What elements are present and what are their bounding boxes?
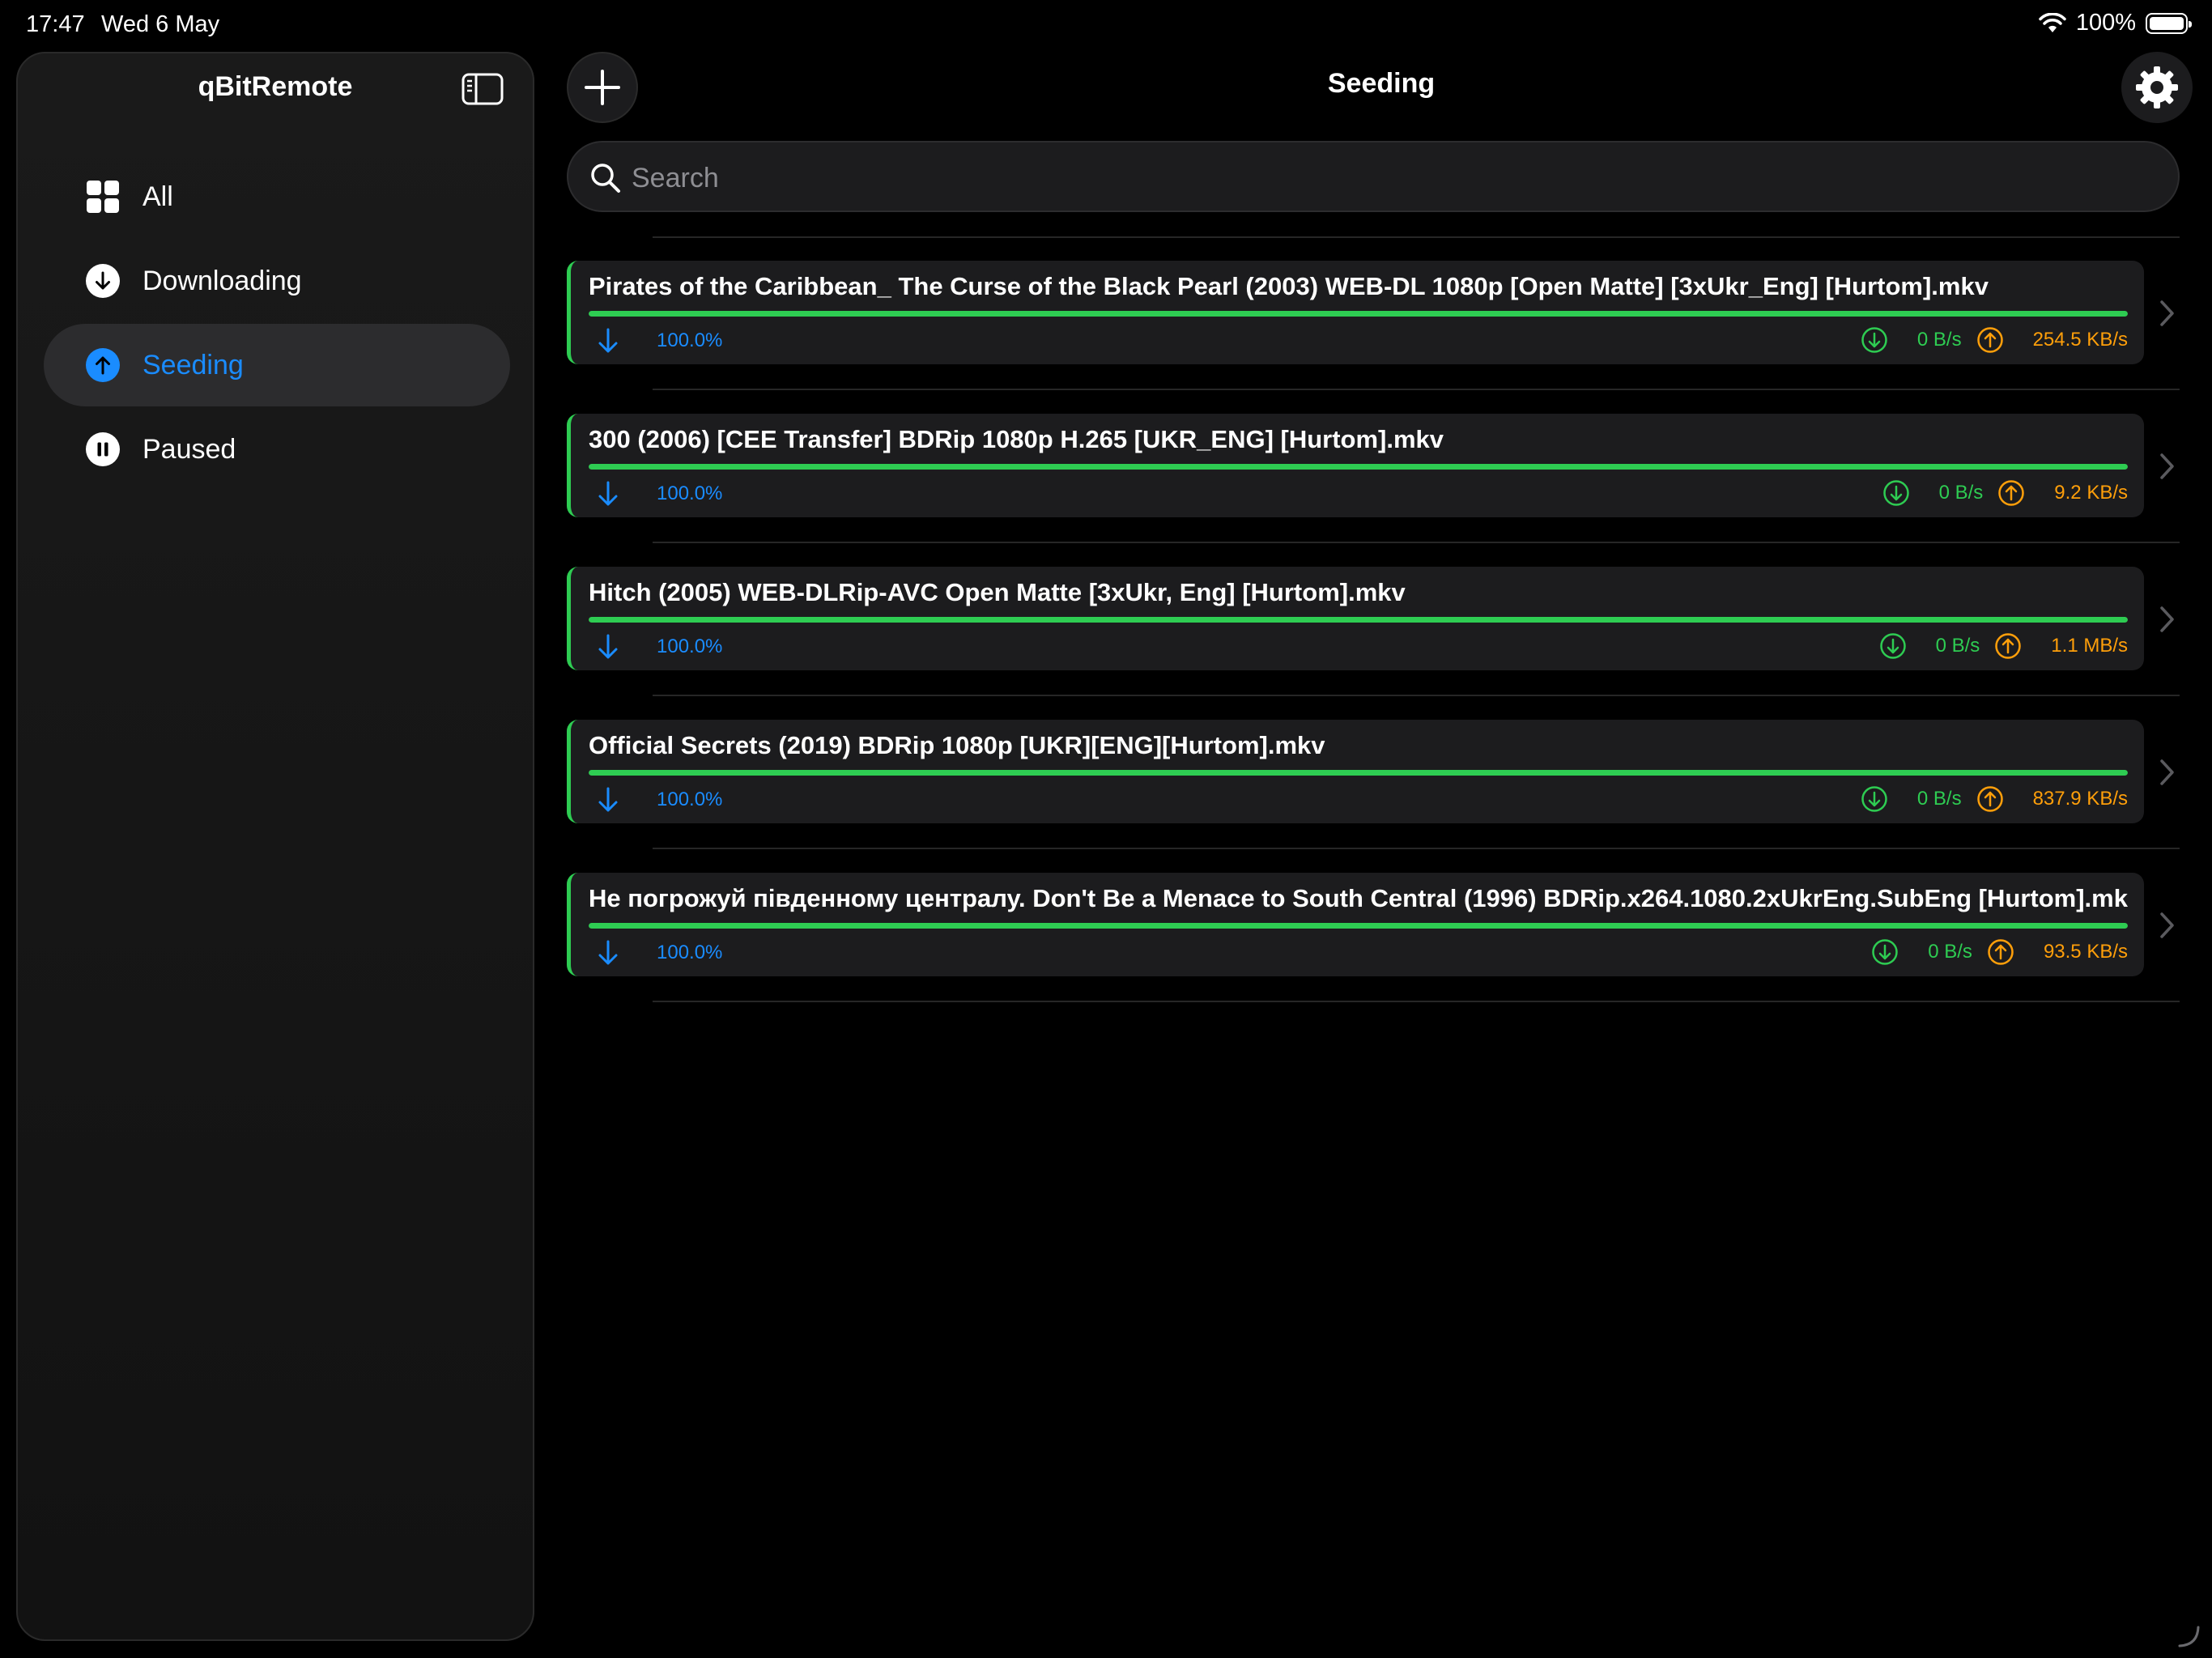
search-icon xyxy=(591,164,620,193)
torrent-name: Не погрожуй південному централу. Don't B… xyxy=(589,884,2128,912)
progress-text: 100.0% xyxy=(657,483,723,504)
speed-stats: 0 B/s 9.2 KB/s xyxy=(1882,479,2128,507)
torrent-name: Pirates of the Caribbean_ The Curse of t… xyxy=(589,272,1989,300)
upload-speed: 254.5 KB/s xyxy=(2032,329,2128,351)
sidebar-item-label: Downloading xyxy=(143,265,302,296)
chevron-right-icon[interactable] xyxy=(2159,606,2176,633)
upload-speed-icon xyxy=(1998,480,2025,506)
torrent-name: Hitch (2005) WEB-DLRip-AVC Open Matte [3… xyxy=(589,578,1406,606)
download-speed-icon xyxy=(1861,786,1887,812)
download-speed: 0 B/s xyxy=(1916,329,1962,351)
status-time: 17:47 xyxy=(26,11,85,37)
sidebar-toggle-icon[interactable] xyxy=(462,73,504,105)
progress-text: 100.0% xyxy=(657,942,723,963)
progress-text: 100.0% xyxy=(657,789,723,810)
torrent-row[interactable]: Hitch (2005) WEB-DLRip-AVC Open Matte [3… xyxy=(567,567,2186,720)
download-speed-icon xyxy=(1861,327,1887,353)
torrent-card[interactable]: Pirates of the Caribbean_ The Curse of t… xyxy=(567,261,2144,364)
progress-text: 100.0% xyxy=(657,636,723,657)
status-bar: 17:47 Wed 6 May 100% xyxy=(0,0,2212,50)
upload-speed: 837.9 KB/s xyxy=(2032,788,2128,810)
upload-speed-icon xyxy=(1976,327,2003,353)
download-speed: 0 B/s xyxy=(1935,635,1980,657)
arrow-up-circle-icon xyxy=(86,348,120,382)
chevron-right-icon[interactable] xyxy=(2159,453,2176,480)
torrent-card[interactable]: Hitch (2005) WEB-DLRip-AVC Open Matte [3… xyxy=(567,567,2144,670)
progress-bar xyxy=(589,311,2128,317)
search-input[interactable] xyxy=(630,154,2152,202)
torrent-name: Official Secrets (2019) BDRip 1080p [UKR… xyxy=(589,731,1325,759)
progress-bar xyxy=(589,464,2128,470)
status-indicators: 100% xyxy=(2039,10,2192,36)
page-title: Seeding xyxy=(1327,68,1436,99)
download-speed-icon xyxy=(1882,480,1909,506)
battery-icon xyxy=(2146,12,2192,34)
row-divider xyxy=(653,389,2180,390)
progress-text: 100.0% xyxy=(657,329,723,351)
sidebar-item-downloading[interactable]: Downloading xyxy=(44,240,510,322)
battery-percentage: 100% xyxy=(2075,10,2136,36)
chevron-right-icon[interactable] xyxy=(2159,300,2176,327)
sidebar-item-label: Seeding xyxy=(143,349,244,380)
upload-speed-icon xyxy=(1995,633,2022,659)
sidebar-item-label: Paused xyxy=(143,433,236,465)
download-speed: 0 B/s xyxy=(1938,482,1984,504)
arrow-down-icon xyxy=(598,481,618,506)
chevron-right-icon[interactable] xyxy=(2159,912,2176,939)
settings-button[interactable] xyxy=(2121,52,2193,123)
arrow-down-circle-icon xyxy=(86,264,120,298)
speed-stats: 0 B/s 254.5 KB/s xyxy=(1861,326,2128,354)
download-speed-icon xyxy=(1879,633,1906,659)
progress-bar xyxy=(589,617,2128,623)
torrent-name: 300 (2006) [CEE Transfer] BDRip 1080p H.… xyxy=(589,425,1444,453)
torrent-card[interactable]: Не погрожуй південному централу. Don't B… xyxy=(567,873,2144,976)
sidebar-item-label: All xyxy=(143,181,173,212)
torrent-row[interactable]: 300 (2006) [CEE Transfer] BDRip 1080p H.… xyxy=(567,414,2186,567)
arrow-down-icon xyxy=(598,940,618,965)
arrow-down-icon xyxy=(598,787,618,812)
download-speed-icon xyxy=(1872,939,1898,965)
app-title: qBitRemote xyxy=(198,71,353,102)
row-divider xyxy=(653,848,2180,849)
sidebar: qBitRemote All Downloading Seeding Pause… xyxy=(16,52,534,1641)
list-divider xyxy=(653,236,2180,238)
row-divider xyxy=(653,695,2180,696)
grid-icon xyxy=(87,181,119,213)
add-torrent-button[interactable] xyxy=(567,52,638,123)
upload-speed: 9.2 KB/s xyxy=(2054,482,2128,504)
torrent-list: Pirates of the Caribbean_ The Curse of t… xyxy=(567,261,2186,1026)
download-speed: 0 B/s xyxy=(1928,941,1972,963)
upload-speed-icon xyxy=(1988,939,2014,965)
speed-stats: 0 B/s 93.5 KB/s xyxy=(1871,938,2128,966)
torrent-row[interactable]: Pirates of the Caribbean_ The Curse of t… xyxy=(567,261,2186,414)
torrent-row[interactable]: Не погрожуй південному централу. Don't B… xyxy=(567,873,2186,1026)
gear-icon xyxy=(2136,66,2178,108)
upload-speed-icon xyxy=(1976,786,2003,812)
speed-stats: 0 B/s 1.1 MB/s xyxy=(1879,632,2128,660)
resize-corner-icon xyxy=(2178,1626,2200,1647)
upload-speed: 93.5 KB/s xyxy=(2043,941,2128,963)
status-date: Wed 6 May xyxy=(101,11,220,37)
sidebar-item-all[interactable]: All xyxy=(44,155,510,238)
sidebar-item-paused[interactable]: Paused xyxy=(44,408,510,491)
row-divider xyxy=(653,542,2180,543)
download-speed: 0 B/s xyxy=(1916,788,1962,810)
torrent-card[interactable]: Official Secrets (2019) BDRip 1080p [UKR… xyxy=(567,720,2144,823)
sidebar-nav: All Downloading Seeding Paused xyxy=(44,155,510,492)
chevron-right-icon[interactable] xyxy=(2159,759,2176,786)
torrent-card[interactable]: 300 (2006) [CEE Transfer] BDRip 1080p H.… xyxy=(567,414,2144,517)
plus-icon xyxy=(585,70,620,105)
wifi-icon xyxy=(2039,12,2066,32)
upload-speed: 1.1 MB/s xyxy=(2051,635,2128,657)
progress-bar xyxy=(589,923,2128,929)
torrent-row[interactable]: Official Secrets (2019) BDRip 1080p [UKR… xyxy=(567,720,2186,873)
row-divider xyxy=(653,1001,2180,1002)
pause-circle-icon xyxy=(86,432,120,466)
sidebar-item-seeding[interactable]: Seeding xyxy=(44,324,510,406)
search-bar xyxy=(567,141,2180,212)
progress-bar xyxy=(589,770,2128,776)
speed-stats: 0 B/s 837.9 KB/s xyxy=(1861,785,2128,813)
arrow-down-icon xyxy=(598,328,618,353)
arrow-down-icon xyxy=(598,634,618,659)
